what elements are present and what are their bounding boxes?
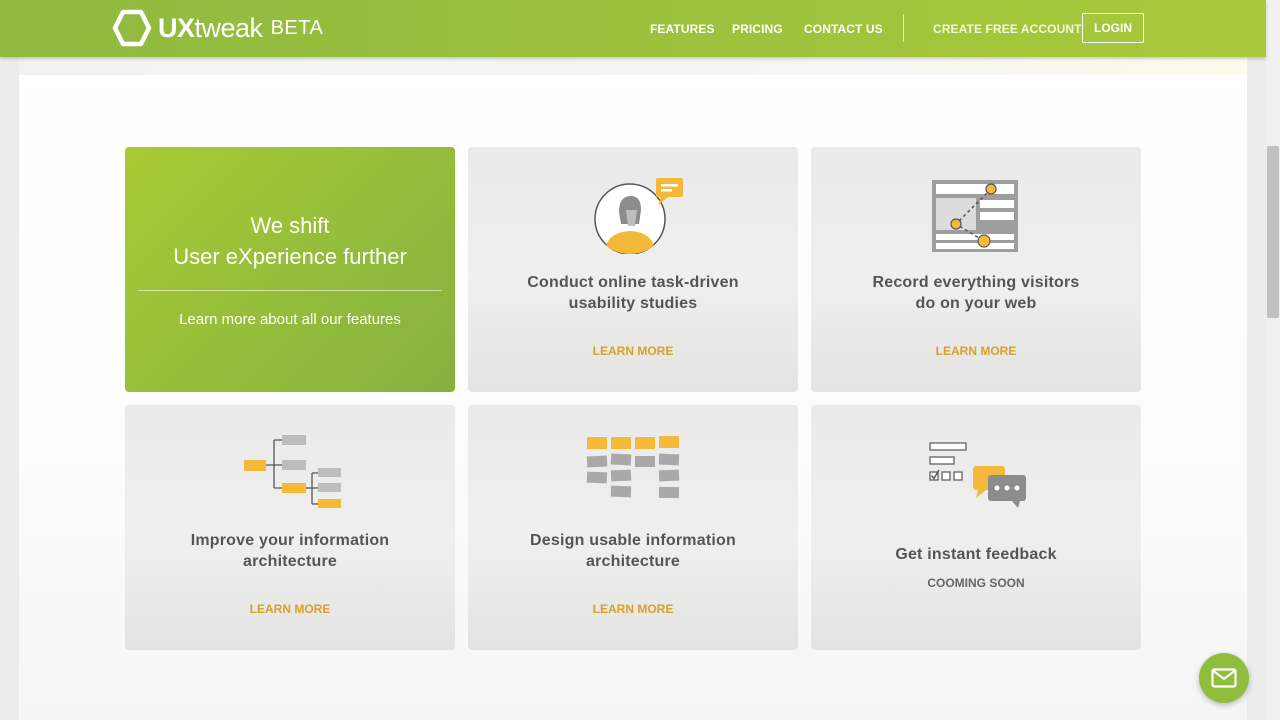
coming-soon-label: COOMING SOON xyxy=(927,576,1025,590)
learn-more-link[interactable]: LEARN MORE xyxy=(468,602,798,616)
feedback-icon xyxy=(929,442,1026,508)
feature-card-usability[interactable]: Conduct online task-driven usability stu… xyxy=(468,147,798,392)
learn-more-link[interactable]: LEARN MORE xyxy=(811,344,1141,358)
card-title: Improve your information architecture xyxy=(190,532,390,570)
create-account-link[interactable]: CREATE FREE ACCOUNT xyxy=(933,22,1082,36)
nav-contact-link[interactable]: CONTACT US xyxy=(804,22,883,36)
feature-card-card-sorting[interactable]: Design usable information architecture L… xyxy=(468,405,798,650)
nav-features-link[interactable]: FEATURES xyxy=(650,22,715,36)
nav-divider xyxy=(903,14,904,42)
card-sorting-icon xyxy=(586,436,680,499)
logo[interactable]: UXtweak BETA xyxy=(112,9,323,47)
card-title: Conduct online task-driven usability stu… xyxy=(527,274,739,312)
mail-icon xyxy=(1211,668,1237,688)
hero-title: We shift User eXperience further xyxy=(173,213,407,269)
feature-card-feedback: Get instant feedback COOMING SOON xyxy=(811,405,1141,650)
top-navbar: UXtweak BETA FEATURES PRICING CONTACT US… xyxy=(0,0,1266,57)
card-title: Design usable information architecture xyxy=(530,532,736,570)
card-title: Get instant feedback xyxy=(895,546,1057,563)
login-button[interactable]: LOGIN xyxy=(1082,13,1144,43)
hero-divider xyxy=(138,290,442,291)
section-top-strip xyxy=(19,57,1247,75)
nav-pricing-link[interactable]: PRICING xyxy=(732,22,783,36)
logo-text: UXtweak xyxy=(158,13,263,43)
feature-card-recording[interactable]: Record everything visitors do on your we… xyxy=(811,147,1141,392)
card-title: Record everything visitors do on your we… xyxy=(872,274,1080,312)
feature-card-tree-testing[interactable]: Improve your information architecture LE… xyxy=(125,405,455,650)
contact-chat-button[interactable] xyxy=(1199,653,1249,703)
tree-testing-icon xyxy=(244,435,341,508)
learn-more-link[interactable]: LEARN MORE xyxy=(468,344,798,358)
usability-study-icon xyxy=(594,178,683,254)
hero-card: We shift User eXperience further Learn m… xyxy=(125,147,455,392)
session-recording-icon xyxy=(932,180,1018,252)
hero-features-link[interactable]: Learn more about all our features xyxy=(125,311,455,328)
hexagon-logo-icon xyxy=(112,9,152,47)
logo-beta-label: BETA xyxy=(270,17,324,39)
vertical-scrollbar-track[interactable] xyxy=(1266,0,1280,720)
vertical-scrollbar-thumb[interactable] xyxy=(1267,146,1279,318)
learn-more-link[interactable]: LEARN MORE xyxy=(125,602,455,616)
